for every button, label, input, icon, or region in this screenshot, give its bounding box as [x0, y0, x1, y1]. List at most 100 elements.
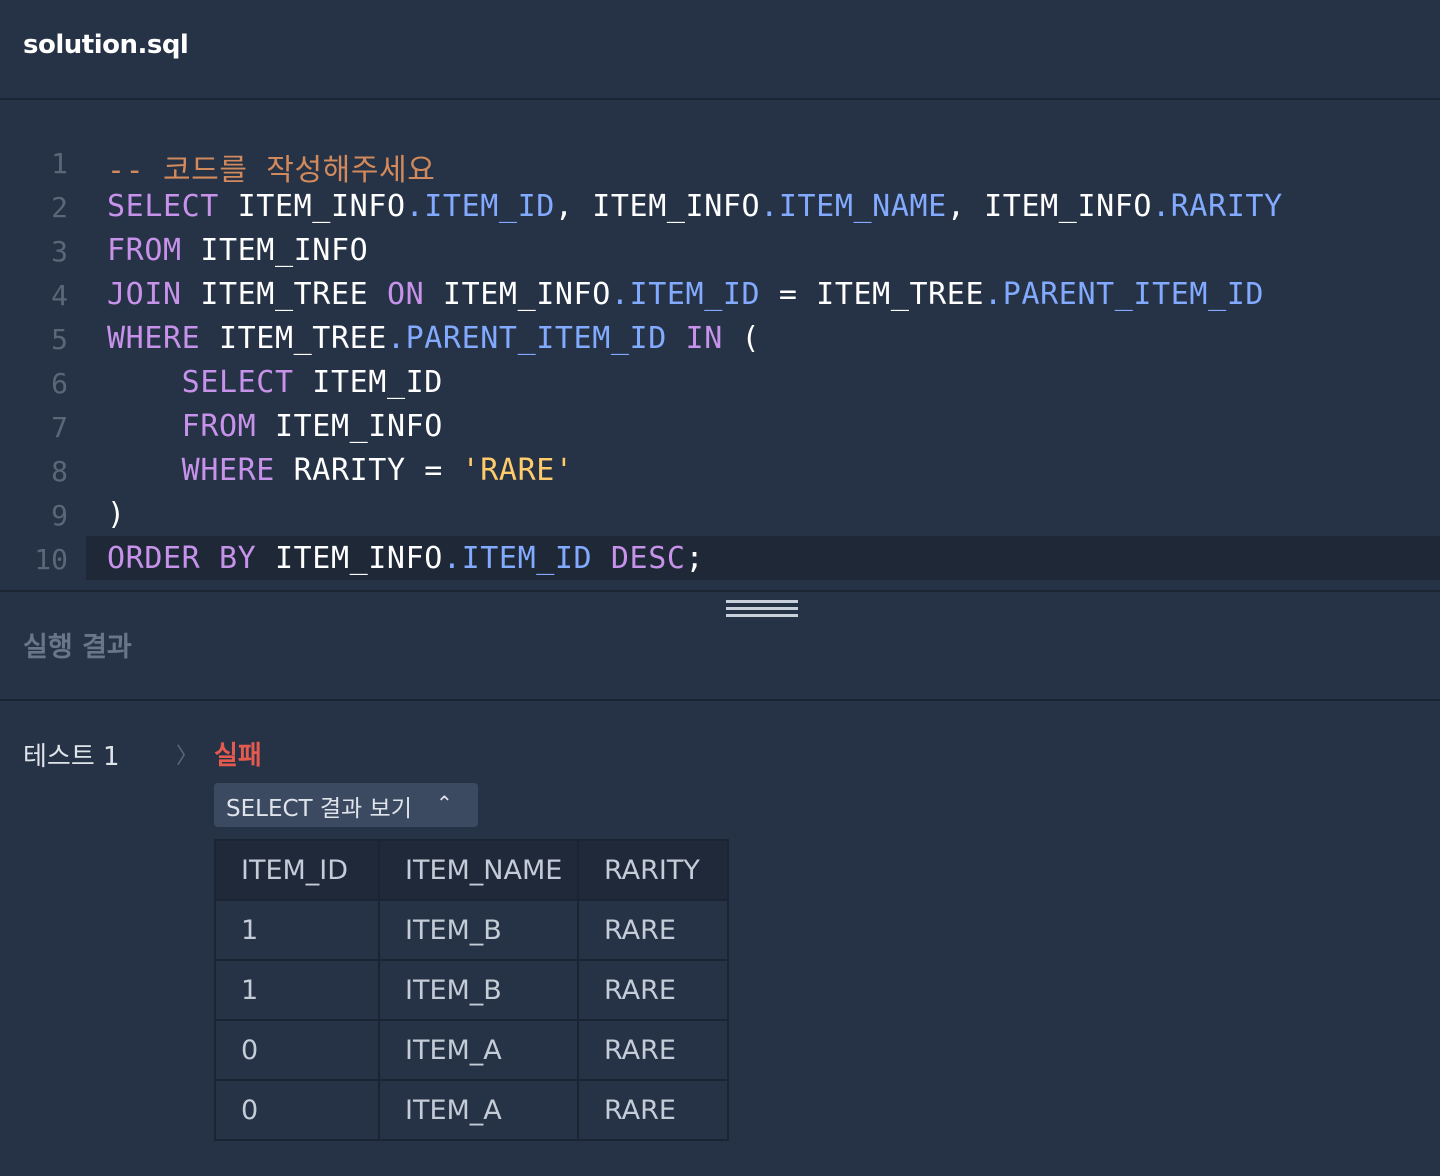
code-token: FROM: [107, 233, 182, 268]
line-number: 6: [51, 367, 68, 400]
table-cell: RARE: [577, 1019, 729, 1081]
test-label: 테스트 1: [23, 742, 120, 772]
code-token: WHERE: [181, 453, 275, 488]
table-header-row: ITEM_ID ITEM_NAME RARITY: [214, 839, 729, 901]
code-token: DESC: [610, 541, 686, 576]
code-line[interactable]: 8 WHERE RARITY = 'RARE': [0, 448, 1440, 492]
table-row: 1 ITEM_B RARE: [214, 899, 729, 961]
table-row: 1 ITEM_B RARE: [214, 959, 729, 1021]
toggle-label: SELECT 결과 보기: [226, 796, 412, 822]
code-text: SELECT ITEM_ID: [107, 365, 443, 400]
code-token: , ITEM_INFO: [554, 189, 761, 224]
code-text: JOIN ITEM_TREE ON ITEM_INFO.ITEM_ID = IT…: [107, 277, 1264, 312]
code-text: FROM ITEM_INFO: [107, 233, 368, 268]
code-token: (: [722, 321, 761, 356]
code-token: .ITEM_ID: [442, 541, 593, 576]
code-text: FROM ITEM_INFO: [107, 409, 443, 444]
table-cell: 0: [214, 1019, 380, 1081]
code-token: SELECT: [107, 189, 219, 224]
table-cell: ITEM_A: [378, 1079, 579, 1141]
code-token: .RARITY: [1152, 189, 1283, 224]
code-token: .ITEM_ID: [405, 189, 555, 224]
code-token: ORDER BY: [107, 541, 257, 576]
code-token: ON: [386, 277, 425, 312]
toggle-select-result-button[interactable]: SELECT 결과 보기 ⌃: [214, 783, 478, 827]
code-token: ITEM_INFO: [218, 189, 406, 224]
code-token: ITEM_INFO: [256, 409, 443, 444]
code-text: ORDER BY ITEM_INFO.ITEM_ID DESC;: [107, 541, 704, 576]
table-cell: ITEM_A: [378, 1019, 579, 1081]
code-line[interactable]: 4 JOIN ITEM_TREE ON ITEM_INFO.ITEM_ID = I…: [0, 272, 1440, 316]
code-token: FROM: [181, 409, 257, 444]
code-token: ITEM_ID: [293, 365, 443, 400]
line-number: 5: [51, 323, 68, 356]
code-text: WHERE ITEM_TREE.PARENT_ITEM_ID IN (: [107, 321, 760, 356]
divider: [0, 699, 1440, 701]
code-editor[interactable]: 1 -- 코드를 작성해주세요 2 SELECT ITEM_INFO.ITEM_ID,…: [0, 100, 1440, 590]
test-status: 실패: [214, 741, 262, 771]
table-cell: 0: [214, 1079, 380, 1141]
code-token: = ITEM_TREE: [760, 277, 985, 312]
table-cell: ITEM_B: [378, 959, 579, 1021]
table-cell: RARE: [577, 1079, 729, 1141]
code-token: WHERE: [107, 321, 201, 356]
code-line[interactable]: 6 SELECT ITEM_ID: [0, 360, 1440, 404]
code-line[interactable]: 10 ORDER BY ITEM_INFO.ITEM_ID DESC;: [0, 536, 1440, 580]
code-token: .ITEM_ID: [610, 277, 761, 312]
code-token: JOIN: [107, 277, 182, 312]
table-cell: 1: [214, 899, 380, 961]
line-number: 7: [51, 411, 68, 444]
line-number: 8: [51, 455, 68, 488]
line-number: 9: [51, 499, 68, 532]
divider: [0, 590, 1440, 592]
code-token: ITEM_TREE: [200, 321, 387, 356]
code-token: , ITEM_INFO: [946, 189, 1153, 224]
code-token: SELECT: [181, 365, 294, 400]
code-text: WHERE RARITY = 'RARE': [107, 453, 574, 488]
code-line[interactable]: 7 FROM ITEM_INFO: [0, 404, 1440, 448]
code-line[interactable]: 3 FROM ITEM_INFO: [0, 228, 1440, 272]
code-token: -- 코드를 작성해주세요: [107, 153, 436, 188]
line-number: 2: [51, 191, 68, 224]
code-line[interactable]: 9): [0, 492, 1440, 536]
code-token: .ITEM_NAME: [760, 189, 947, 224]
code-text: SELECT ITEM_INFO.ITEM_ID, ITEM_INFO.ITEM…: [107, 189, 1283, 224]
result-title: 실행 결과: [23, 632, 132, 663]
code-token: ITEM_INFO: [424, 277, 611, 312]
code-text: ): [107, 497, 126, 532]
table-cell: RARE: [577, 959, 729, 1021]
drag-handle-icon[interactable]: [726, 600, 798, 618]
table-row: 0 ITEM_A RARE: [214, 1019, 729, 1081]
code-token: ): [107, 497, 126, 532]
table-cell: 1: [214, 959, 380, 1021]
code-token: .PARENT_ITEM_ID: [386, 321, 667, 356]
code-token: 'RARE': [461, 453, 574, 488]
code-token: ITEM_INFO: [181, 233, 369, 268]
code-token: RARITY =: [274, 453, 462, 488]
file-name: solution.sql: [23, 30, 189, 60]
code-token: IN: [685, 321, 723, 356]
code-token: ITEM_INFO: [256, 541, 443, 576]
table-cell: RARE: [577, 899, 729, 961]
column-header: RARITY: [577, 839, 729, 901]
table-cell: ITEM_B: [378, 899, 579, 961]
line-number: 4: [51, 279, 68, 312]
chevron-up-icon: ⌃: [436, 791, 453, 815]
table-row: 0 ITEM_A RARE: [214, 1079, 729, 1141]
code-token: ;: [685, 541, 705, 576]
code-line[interactable]: 5 WHERE ITEM_TREE.PARENT_ITEM_ID IN (: [0, 316, 1440, 360]
code-line[interactable]: 1 -- 코드를 작성해주세요: [0, 140, 1440, 188]
code-text: -- 코드를 작성해주세요: [107, 145, 435, 189]
chevron-right-icon: 〉: [176, 744, 199, 769]
line-number: 3: [51, 235, 68, 268]
column-header: ITEM_NAME: [378, 839, 579, 901]
line-number: 10: [34, 543, 68, 576]
result-table: ITEM_ID ITEM_NAME RARITY 1 ITEM_B RARE 1 ITEM_…: [214, 839, 729, 1141]
column-header: ITEM_ID: [214, 839, 380, 901]
code-token: .PARENT_ITEM_ID: [984, 277, 1265, 312]
code-line[interactable]: 2 SELECT ITEM_INFO.ITEM_ID, ITEM_INFO.ITE…: [0, 184, 1440, 228]
